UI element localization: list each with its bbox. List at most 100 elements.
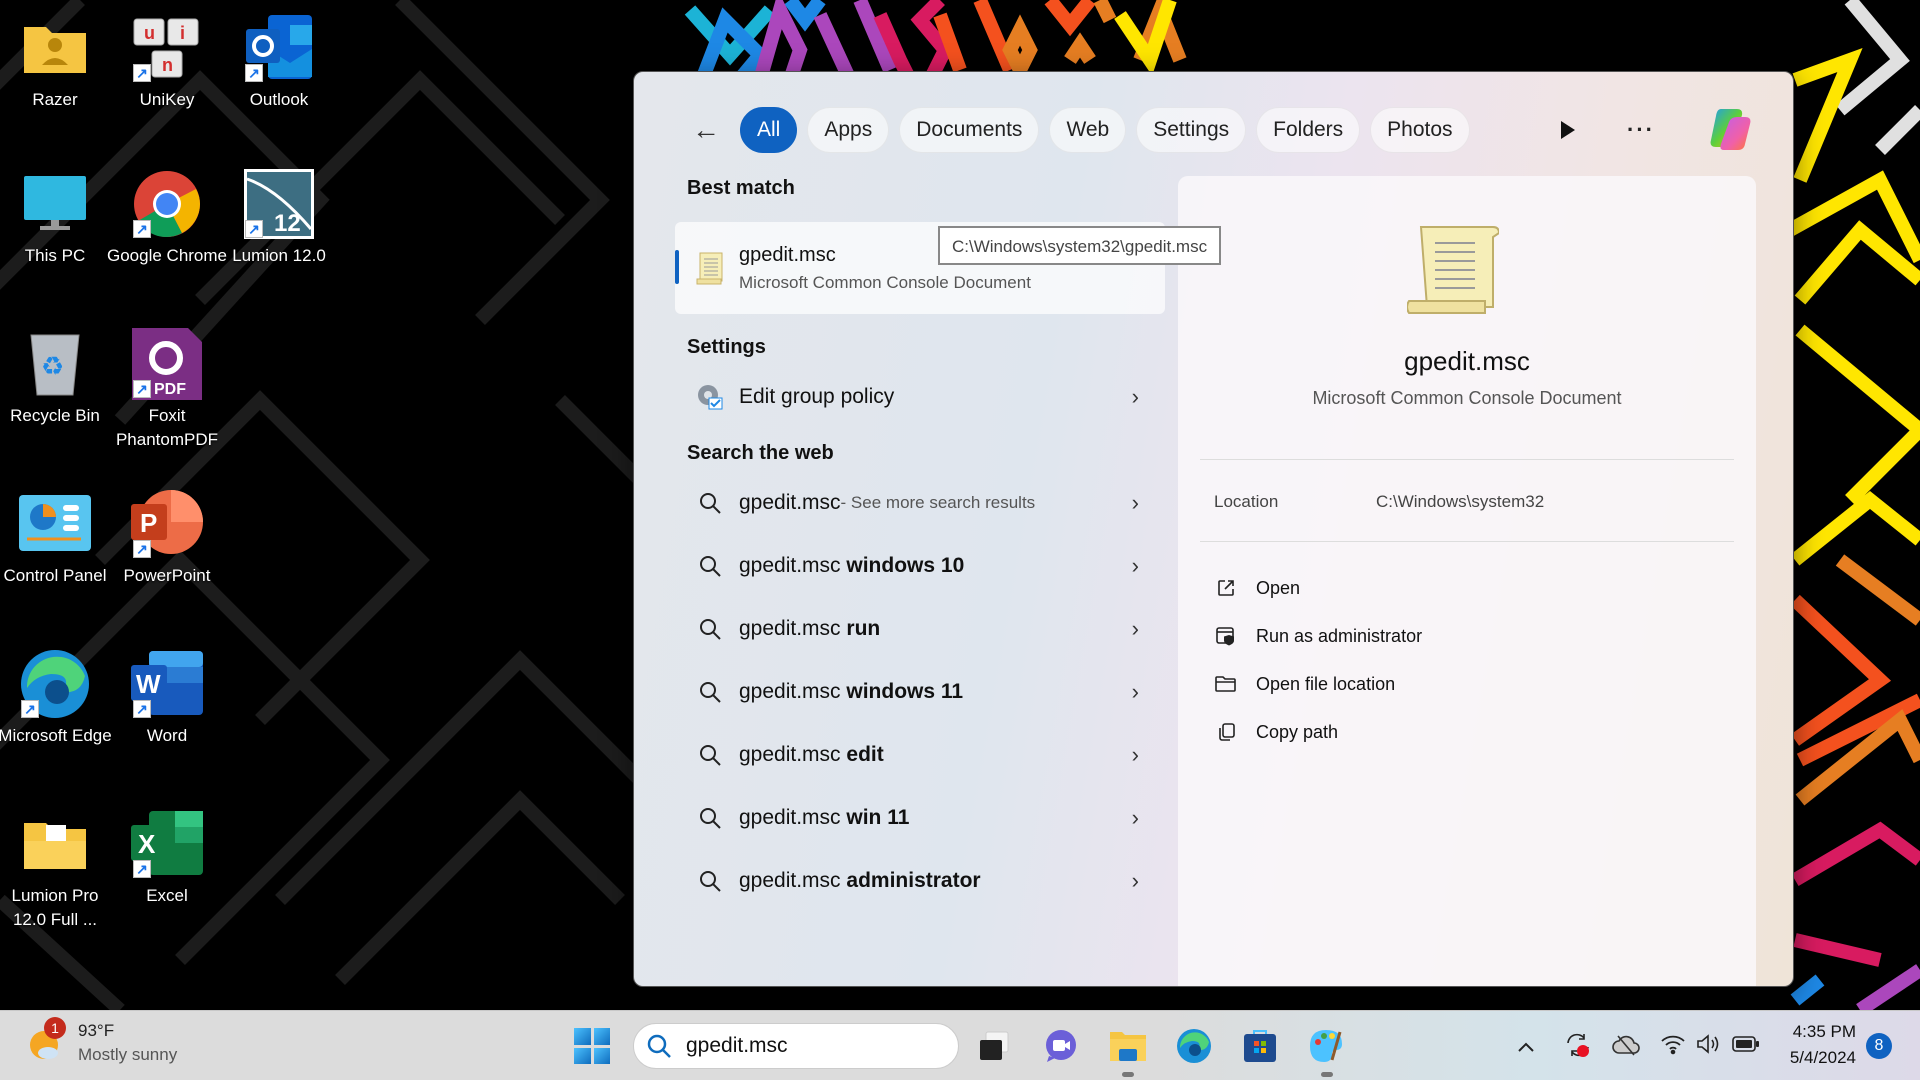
back-button[interactable]: ← — [686, 110, 726, 150]
svg-text:W: W — [136, 669, 161, 699]
shield-window-icon — [1214, 626, 1238, 646]
taskbar-search-input[interactable] — [686, 1034, 926, 1058]
scroll-document-icon — [1406, 223, 1501, 317]
taskbar-edge[interactable] — [1173, 1025, 1215, 1067]
chevron-right-icon: › — [1131, 678, 1139, 704]
filter-documents[interactable]: Documents — [899, 107, 1040, 153]
more-filters-button[interactable] — [1561, 121, 1576, 139]
desktop-icon-label: Foxit PhantomPDF — [115, 406, 219, 449]
web-result-item[interactable]: gpedit.msc administrator › — [675, 849, 1165, 912]
running-indicator — [1122, 1072, 1134, 1077]
filter-folders[interactable]: Folders — [1256, 107, 1361, 153]
more-options-button[interactable]: ··· — [1627, 117, 1655, 143]
file-explorer-icon — [1110, 1032, 1146, 1061]
network-button[interactable] — [1660, 1033, 1686, 1060]
desktop-icon-lumion-pro-folder[interactable]: Lumion Pro 12.0 Full ... — [0, 808, 110, 932]
filter-bar: ← All Apps Documents Web Settings Folder… — [686, 106, 1470, 154]
shortcut-arrow-icon: ↗ — [21, 700, 39, 718]
search-icon — [695, 869, 725, 893]
taskbar-paint[interactable] — [1306, 1025, 1348, 1077]
filter-settings[interactable]: Settings — [1136, 107, 1247, 153]
svg-text:PDF: PDF — [154, 381, 186, 398]
desktop-icon-razer[interactable]: Razer — [0, 12, 110, 112]
desktop-icon-excel[interactable]: X ↗ Excel — [112, 808, 222, 908]
desktop-icon-control-panel[interactable]: Control Panel — [0, 488, 110, 588]
recycle-bin-icon: ♻ — [19, 328, 91, 400]
web-result-prefix: gpedit.msc — [739, 679, 847, 703]
shortcut-arrow-icon: ↗ — [133, 540, 151, 558]
desktop-icon-label: UniKey — [139, 90, 195, 109]
svg-text:12: 12 — [274, 210, 301, 237]
chevron-right-icon: › — [1131, 383, 1139, 409]
start-button[interactable] — [574, 1028, 610, 1064]
web-result-see-more[interactable]: gpedit.msc - See more search results › — [675, 471, 1165, 534]
settings-result-edit-group-policy[interactable]: Edit group policy › — [675, 365, 1165, 428]
search-icon — [695, 491, 725, 515]
filter-apps[interactable]: Apps — [807, 107, 890, 153]
show-hidden-icons-button[interactable] — [1517, 1033, 1535, 1059]
web-result-item[interactable]: gpedit.msc win 11 › — [675, 786, 1165, 849]
sync-status-button[interactable] — [1564, 1031, 1592, 1064]
desktop-icon-label: Control Panel — [3, 566, 107, 585]
desktop-icon-powerpoint[interactable]: P ↗ PowerPoint — [112, 488, 222, 588]
taskbar-task-view[interactable] — [973, 1025, 1015, 1067]
onedrive-button[interactable] — [1612, 1033, 1640, 1062]
filter-photos[interactable]: Photos — [1370, 107, 1470, 153]
action-copy-path[interactable]: Copy path — [1214, 708, 1422, 756]
clock[interactable]: 4:35 PM 5/4/2024 — [1780, 1019, 1856, 1071]
unikey-icon: u in ↗ — [131, 12, 203, 84]
edge-icon: ↗ — [19, 648, 91, 720]
copilot-button[interactable] — [1707, 105, 1753, 156]
action-run-as-admin[interactable]: Run as administrator — [1214, 612, 1422, 660]
desktop-icon-recycle-bin[interactable]: ♻ Recycle Bin — [0, 328, 110, 428]
paint-palette-icon — [1310, 1030, 1342, 1062]
desktop-icon-label: Excel — [146, 886, 188, 905]
taskbar-microsoft-store[interactable] — [1239, 1025, 1281, 1067]
desktop-icon-label: PowerPoint — [123, 566, 211, 585]
search-icon — [695, 554, 725, 578]
weather-widget[interactable]: 1 93°F Mostly sunny — [28, 1017, 177, 1067]
taskbar-meet[interactable] — [1040, 1025, 1082, 1067]
battery-button[interactable] — [1732, 1035, 1760, 1058]
desktop-icon-microsoft-edge[interactable]: ↗ Microsoft Edge — [0, 648, 112, 748]
clock-time: 4:35 PM — [1792, 1022, 1856, 1041]
desktop-icon-label: Outlook — [249, 90, 309, 109]
action-open[interactable]: Open — [1214, 564, 1422, 612]
desktop-icon-label: This PC — [24, 246, 86, 265]
chevron-right-icon: › — [1131, 804, 1139, 830]
shortcut-arrow-icon: ↗ — [245, 220, 263, 238]
web-result-item[interactable]: gpedit.msc edit › — [675, 723, 1165, 786]
foxit-pdf-icon: PDF ↗ — [131, 328, 203, 400]
desktop-icon-foxit[interactable]: PDF ↗ Foxit PhantomPDF — [112, 328, 222, 452]
web-result-item[interactable]: gpedit.msc windows 11 › — [675, 660, 1165, 723]
volume-button[interactable] — [1696, 1033, 1722, 1060]
desktop-icon-lumion[interactable]: 12 ↗ Lumion 12.0 — [224, 168, 334, 268]
shortcut-arrow-icon: ↗ — [133, 220, 151, 238]
desktop-icon-word[interactable]: W ↗ Word — [112, 648, 222, 748]
settings-result-label: Edit group policy — [739, 384, 895, 408]
web-result-suggestion: administrator — [846, 868, 981, 892]
search-icon — [695, 806, 725, 830]
desktop-icon-unikey[interactable]: u in ↗ UniKey — [112, 12, 222, 112]
shortcut-arrow-icon: ↗ — [133, 64, 151, 82]
ellipsis-icon: ··· — [1627, 117, 1655, 142]
web-result-item[interactable]: gpedit.msc run › — [675, 597, 1165, 660]
desktop-icon-outlook[interactable]: ↗ Outlook — [224, 12, 334, 112]
web-result-suggestion: edit — [846, 742, 884, 766]
filter-all[interactable]: All — [740, 107, 798, 153]
desktop-icon-this-pc[interactable]: This PC — [0, 168, 110, 268]
taskbar-file-explorer[interactable] — [1107, 1025, 1149, 1077]
action-open-file-location[interactable]: Open file location — [1214, 660, 1422, 708]
location-value: C:\Windows\system32 — [1376, 492, 1545, 511]
location-label: Location — [1214, 492, 1279, 511]
chevron-right-icon: › — [1131, 552, 1139, 578]
shortcut-arrow-icon: ↗ — [245, 64, 263, 82]
desktop-icon-google-chrome[interactable]: ↗ Google Chrome — [107, 168, 227, 268]
notification-badge[interactable]: 8 — [1866, 1033, 1892, 1059]
search-icon — [695, 617, 725, 641]
preview-pane: gpedit.msc Microsoft Common Console Docu… — [1178, 176, 1756, 986]
filter-web[interactable]: Web — [1049, 107, 1127, 153]
desktop-icon-label: Google Chrome — [107, 246, 228, 265]
web-result-item[interactable]: gpedit.msc windows 10 › — [675, 534, 1165, 597]
taskbar-search-box[interactable] — [633, 1023, 959, 1069]
